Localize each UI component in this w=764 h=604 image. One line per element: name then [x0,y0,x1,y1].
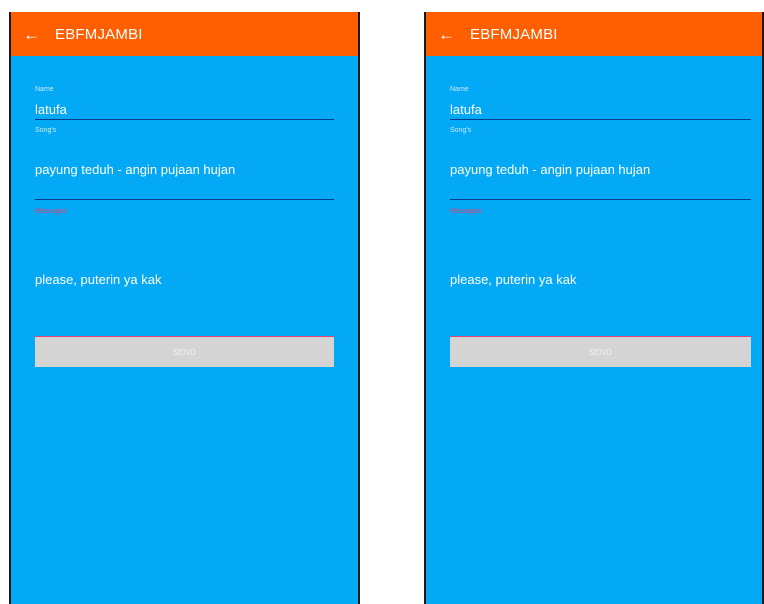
back-arrow-icon[interactable]: ← [438,26,460,43]
messages-label: Messages [450,208,482,215]
name-input[interactable]: latufa [35,102,67,117]
song-input[interactable]: payung teduh - angin pujaan hujan [35,162,235,177]
song-underline [35,199,334,200]
song-underline [450,199,751,200]
phone-screen-left: ← EBFMJAMBI Name latufa Song's payung te… [9,12,360,604]
song-label: Song's [450,127,472,134]
app-bar: ← EBFMJAMBI [426,12,762,56]
app-title: EBFMJAMBI [470,25,558,43]
messages-input[interactable]: please, puterin ya kak [450,272,576,287]
app-title: EBFMJAMBI [55,25,143,43]
name-label: Name [450,86,469,93]
messages-label: Messages [35,208,67,215]
song-input[interactable]: payung teduh - angin pujaan hujan [450,162,650,177]
send-button[interactable]: SEND [35,337,334,367]
screenshot-stage: ← EBFMJAMBI Name latufa Song's payung te… [0,0,764,604]
messages-input[interactable]: please, puterin ya kak [35,272,161,287]
app-bar: ← EBFMJAMBI [11,12,358,56]
name-underline [35,119,334,120]
name-input[interactable]: latufa [450,102,482,117]
name-underline [450,119,751,120]
send-button[interactable]: SEND [450,337,751,367]
song-label: Song's [35,127,57,134]
name-label: Name [35,86,54,93]
back-arrow-icon[interactable]: ← [23,26,45,43]
phone-screen-right: ← EBFMJAMBI Name latufa Song's payung te… [424,12,764,604]
